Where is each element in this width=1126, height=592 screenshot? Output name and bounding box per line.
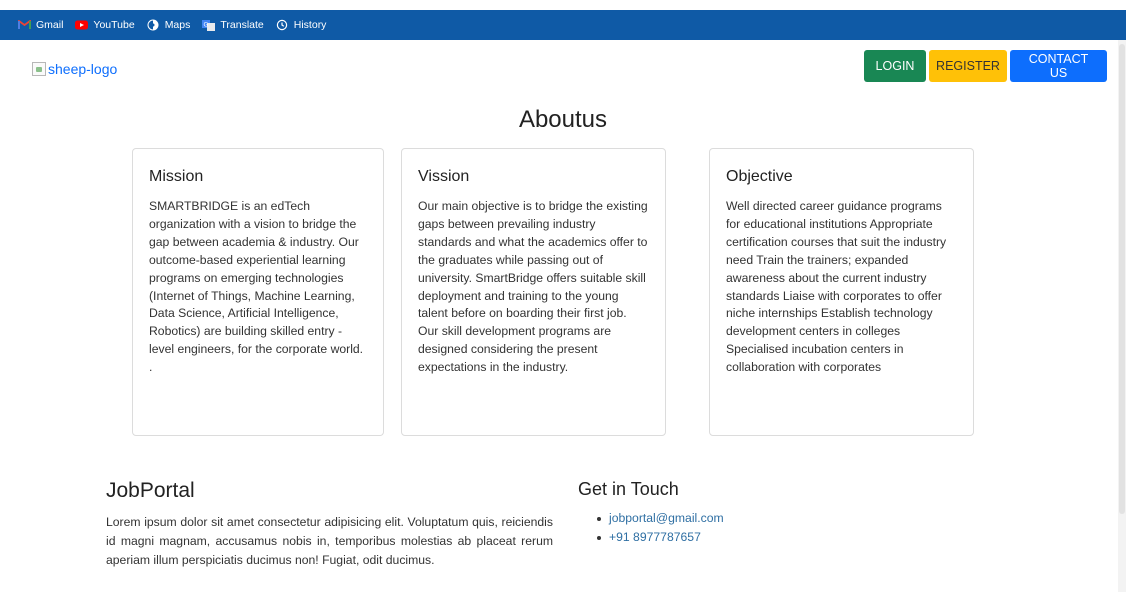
youtube-icon xyxy=(75,20,89,31)
footer-brand: JobPortal xyxy=(106,479,195,502)
bookmark-label: YouTube xyxy=(93,19,135,31)
contact-email[interactable]: jobportal@gmail.com xyxy=(609,509,724,528)
page-title: Aboutus xyxy=(518,106,608,133)
history-icon xyxy=(276,19,289,31)
header-nav: LOGIN REGISTER CONTACT US xyxy=(864,50,1107,82)
contact-us-button[interactable]: CONTACT US xyxy=(1010,50,1107,82)
contact-email-item[interactable]: jobportal@gmail.com xyxy=(597,509,724,528)
card-title: Mission xyxy=(149,168,204,185)
bullet-icon xyxy=(597,516,601,521)
bookmarks-bar: Gmail YouTube Maps G Translate History xyxy=(0,10,1126,40)
mission-card: Mission SMARTBRIDGE is an edTech organiz… xyxy=(132,148,384,436)
footer-description: Lorem ipsum dolor sit amet consectetur a… xyxy=(106,515,553,567)
card-text: SMARTBRIDGE is an edTech organization wi… xyxy=(149,199,364,375)
contact-phone-item[interactable]: +91 8977787657 xyxy=(597,528,724,547)
card-title: Vission xyxy=(418,168,470,185)
bookmark-youtube[interactable]: YouTube xyxy=(75,19,135,31)
contact-list: jobportal@gmail.com +91 8977787657 xyxy=(597,509,724,547)
bookmark-gmail[interactable]: Gmail xyxy=(18,19,63,31)
gmail-icon xyxy=(18,20,31,31)
card-title: Objective xyxy=(726,168,793,185)
bookmark-label: History xyxy=(293,19,327,31)
card-text: Well directed career guidance programs f… xyxy=(726,199,947,375)
contact-phone[interactable]: +91 8977787657 xyxy=(609,528,701,547)
objective-card: Objective Well directed career guidance … xyxy=(709,148,974,436)
svg-text:G: G xyxy=(204,21,209,28)
register-button[interactable]: REGISTER xyxy=(929,50,1007,82)
bookmark-translate[interactable]: G Translate xyxy=(202,19,264,31)
login-button[interactable]: LOGIN xyxy=(864,50,926,82)
bookmark-label: Translate xyxy=(220,19,264,31)
translate-icon: G xyxy=(202,19,216,31)
bookmark-label: Gmail xyxy=(36,19,64,31)
logo-alt-text: sheep-logo xyxy=(48,61,118,77)
bookmark-label: Maps xyxy=(164,19,191,31)
get-in-touch-title: Get in Touch xyxy=(578,479,679,499)
bookmark-maps[interactable]: Maps xyxy=(147,19,191,31)
vission-card: Vission Our main objective is to bridge … xyxy=(401,148,666,436)
bullet-icon xyxy=(597,535,601,540)
site-logo[interactable]: sheep-logo xyxy=(32,61,117,77)
bookmark-history[interactable]: History xyxy=(276,19,327,31)
maps-icon xyxy=(147,19,160,31)
broken-image-icon xyxy=(32,62,46,76)
card-text: Our main objective is to bridge the exis… xyxy=(418,199,648,375)
